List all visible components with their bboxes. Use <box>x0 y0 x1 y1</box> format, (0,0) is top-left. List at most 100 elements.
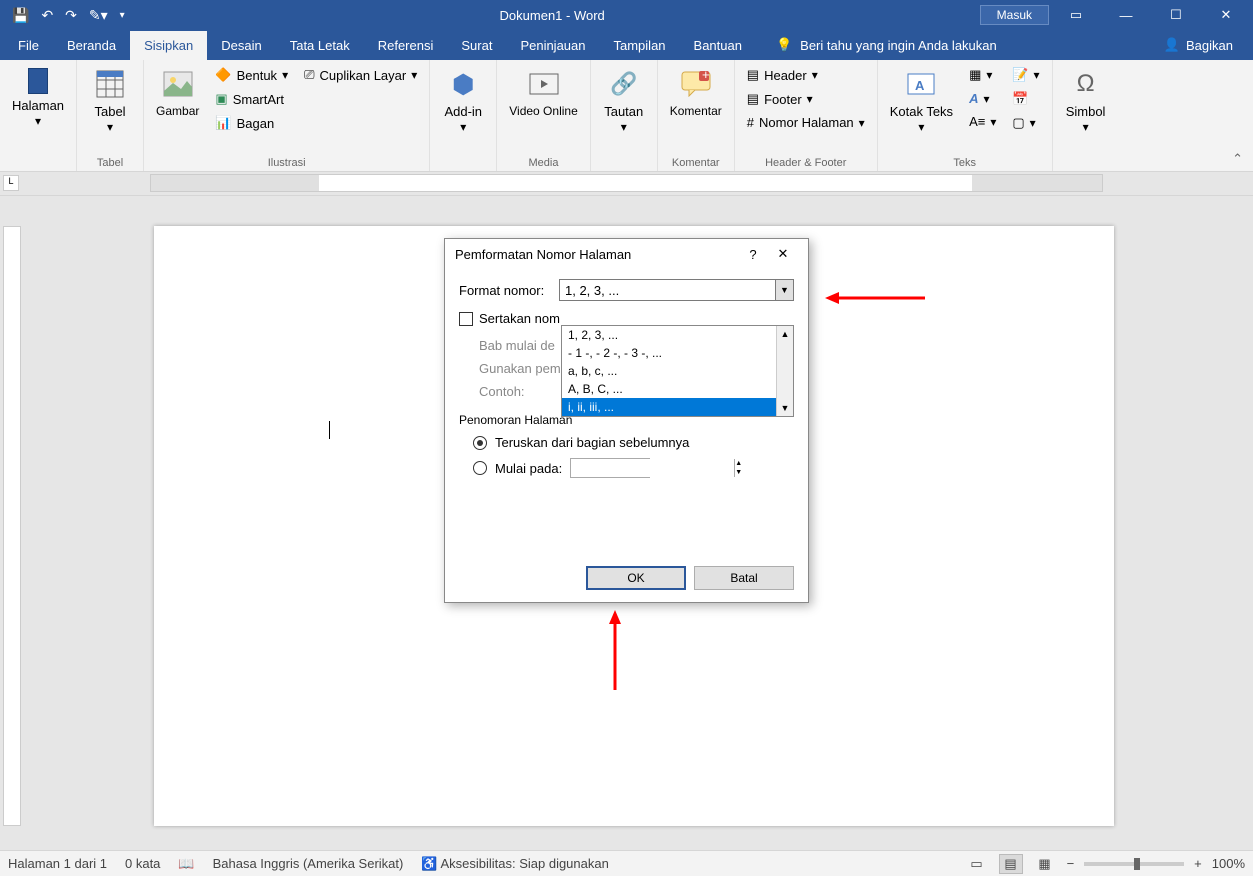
nomor-halaman-label: Nomor Halaman <box>759 115 854 130</box>
header-button[interactable]: ▤Header▾ <box>743 64 869 86</box>
footer-button[interactable]: ▤Footer▾ <box>743 88 869 110</box>
status-bar: Halaman 1 dari 1 0 kata 📖 Bahasa Inggris… <box>0 850 1253 876</box>
close-icon[interactable]: ✕ <box>1203 0 1249 30</box>
bentuk-button[interactable]: 🔶Bentuk▾ <box>211 64 292 86</box>
tautan-button[interactable]: 🔗 Tautan▾ <box>599 64 649 155</box>
horizontal-ruler[interactable] <box>150 174 1103 192</box>
dialog-close-icon[interactable]: ✕ <box>768 246 798 262</box>
video-button[interactable]: Video Online <box>505 64 582 155</box>
document-title: Dokumen1 - Word <box>125 8 980 23</box>
tab-desain[interactable]: Desain <box>207 31 275 60</box>
smartart-button[interactable]: ▣SmartArt <box>211 88 292 110</box>
mulai-pada-input[interactable] <box>571 459 734 477</box>
ruler-corner[interactable]: L <box>3 175 19 191</box>
group-label <box>8 155 68 169</box>
format-nomor-combo[interactable]: 1, 2, 3, ... ▼ <box>559 279 794 301</box>
tabel-button[interactable]: Tabel▾ <box>85 64 135 155</box>
vertical-ruler[interactable] <box>0 196 24 850</box>
link-icon: 🔗 <box>608 68 640 100</box>
ok-button[interactable]: OK <box>586 566 686 590</box>
print-layout-icon[interactable]: ▤ <box>999 854 1023 874</box>
komentar-button[interactable]: + Komentar <box>666 64 726 155</box>
scroll-down-icon[interactable]: ▼ <box>777 400 793 416</box>
tab-sisipkan[interactable]: Sisipkan <box>130 31 207 60</box>
quickparts-button[interactable]: ▦▾ <box>965 64 1000 86</box>
tell-me-search[interactable]: 💡 Beri tahu yang ingin Anda lakukan <box>776 37 997 53</box>
format-nomor-value: 1, 2, 3, ... <box>565 283 619 298</box>
minimize-icon[interactable]: — <box>1103 0 1149 30</box>
dropcap-button[interactable]: A≡▾ <box>965 111 1000 132</box>
zoom-out-icon[interactable]: − <box>1067 856 1075 871</box>
tab-beranda[interactable]: Beranda <box>53 31 130 60</box>
simbol-button[interactable]: Ω Simbol▾ <box>1061 64 1111 155</box>
redo-icon[interactable]: ↷ <box>65 7 77 24</box>
dialog-help-icon[interactable]: ? <box>738 247 768 262</box>
tab-peninjauan[interactable]: Peninjauan <box>506 31 599 60</box>
tab-referensi[interactable]: Referensi <box>364 31 448 60</box>
mulai-pada-spinner[interactable]: ▲▼ <box>570 458 650 478</box>
header-label: Header <box>764 68 807 83</box>
web-layout-icon[interactable]: ▦ <box>1033 854 1057 874</box>
dropdown-option[interactable]: A, B, C, ... <box>562 380 793 398</box>
scroll-up-icon[interactable]: ▲ <box>777 326 793 342</box>
halaman-button[interactable]: Halaman▾ <box>8 64 68 155</box>
spinner-up-icon[interactable]: ▲ <box>735 459 742 468</box>
tab-bantuan[interactable]: Bantuan <box>680 31 756 60</box>
tab-surat[interactable]: Surat <box>447 31 506 60</box>
maximize-icon[interactable]: ☐ <box>1153 0 1199 30</box>
dropdown-option[interactable]: a, b, c, ... <box>562 362 793 380</box>
page-number-icon: # <box>747 115 754 130</box>
object-button[interactable]: ▢▾ <box>1008 112 1043 134</box>
hf-group-label: Header & Footer <box>743 155 869 169</box>
simbol-label: Simbol <box>1066 104 1106 119</box>
page-count[interactable]: Halaman 1 dari 1 <box>8 856 107 871</box>
dropdown-option[interactable]: 1, 2, 3, ... <box>562 326 793 344</box>
video-icon <box>528 68 560 100</box>
save-icon[interactable]: 💾 <box>12 7 29 24</box>
read-mode-icon[interactable]: ▭ <box>965 854 989 874</box>
tab-file[interactable]: File <box>4 31 53 60</box>
sig-button[interactable]: 📝▾ <box>1008 64 1043 86</box>
quick-access-toolbar: 💾 ↶ ↷ ✎▾ ▾ <box>0 7 125 24</box>
header-icon: ▤ <box>747 67 759 83</box>
addin-button[interactable]: ⬢ Add-in▾ <box>438 64 488 155</box>
batal-button[interactable]: Batal <box>694 566 794 590</box>
media-group-label: Media <box>505 155 582 169</box>
sertakan-checkbox[interactable] <box>459 312 473 326</box>
nomor-halaman-button[interactable]: #Nomor Halaman▾ <box>743 112 869 133</box>
chevron-down-icon[interactable]: ▼ <box>775 280 793 300</box>
cuplikan-label: Cuplikan Layar <box>320 68 407 83</box>
bagan-button[interactable]: 📊Bagan <box>211 112 292 134</box>
cuplikan-button[interactable]: ⎚Cuplikan Layar▾ <box>300 64 421 86</box>
mulai-pada-radio[interactable] <box>473 461 487 475</box>
language-status[interactable]: Bahasa Inggris (Amerika Serikat) <box>213 856 404 871</box>
collapse-ribbon-icon[interactable]: ⌃ <box>1232 151 1243 167</box>
kotak-teks-button[interactable]: A Kotak Teks▾ <box>886 64 957 155</box>
tab-tata-letak[interactable]: Tata Letak <box>276 31 364 60</box>
dropdown-option[interactable]: - 1 -, - 2 -, - 3 -, ... <box>562 344 793 362</box>
wordart-button[interactable]: A▾ <box>965 88 1000 109</box>
tab-tampilan[interactable]: Tampilan <box>600 31 680 60</box>
spellcheck-icon[interactable]: 📖 <box>178 856 194 872</box>
undo-icon[interactable]: ↶ <box>41 7 53 24</box>
zoom-level[interactable]: 100% <box>1212 856 1245 871</box>
share-button[interactable]: 👤 Bagikan <box>1164 37 1253 53</box>
customize-icon[interactable]: ✎▾ <box>89 7 108 24</box>
share-label: Bagikan <box>1186 38 1233 53</box>
signin-button[interactable]: Masuk <box>980 5 1049 25</box>
teruskan-radio[interactable] <box>473 436 487 450</box>
ribbon-display-icon[interactable]: ▭ <box>1053 0 1099 30</box>
format-nomor-label: Format nomor: <box>459 283 559 298</box>
dropdown-option[interactable]: i, ii, iii, ... <box>562 398 793 416</box>
zoom-slider[interactable] <box>1084 862 1184 866</box>
word-count[interactable]: 0 kata <box>125 856 160 871</box>
dropcap-icon: A≡ <box>969 114 985 129</box>
zoom-in-icon[interactable]: + <box>1194 856 1202 871</box>
date-button[interactable]: 📅 <box>1008 88 1043 110</box>
spinner-down-icon[interactable]: ▼ <box>735 468 742 477</box>
sertakan-label: Sertakan nom <box>479 311 560 326</box>
dropdown-scrollbar[interactable]: ▲ ▼ <box>776 326 793 416</box>
gambar-button[interactable]: Gambar <box>152 64 203 155</box>
addin-icon: ⬢ <box>447 68 479 100</box>
accessibility-status[interactable]: ♿ Aksesibilitas: Siap digunakan <box>421 856 608 872</box>
